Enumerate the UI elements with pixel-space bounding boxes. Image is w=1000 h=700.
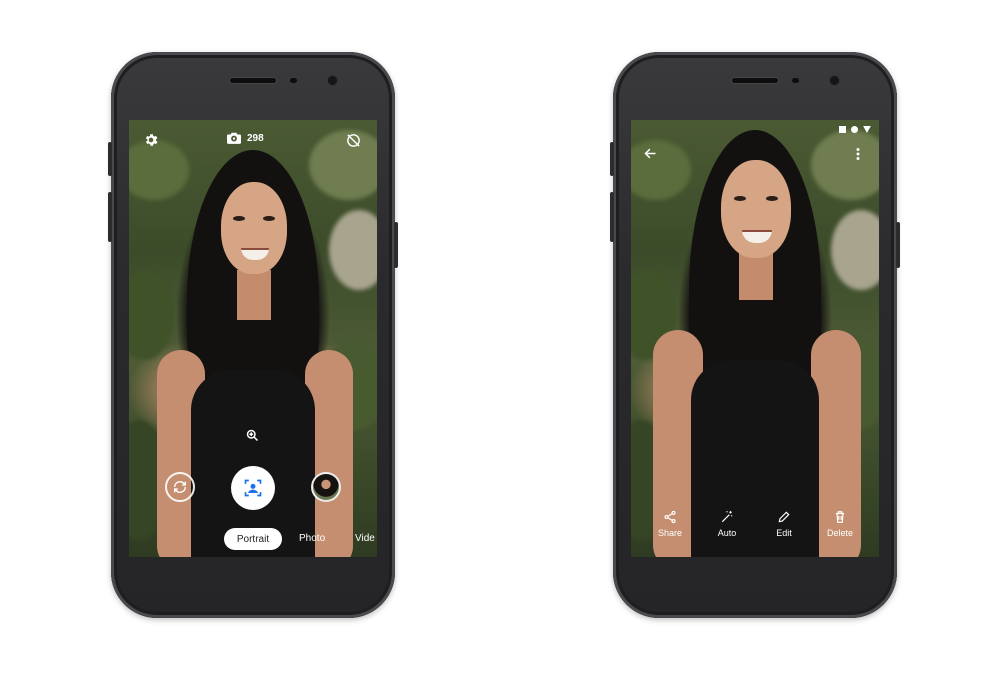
camera-icon xyxy=(227,132,241,144)
photo-viewer: Share Auto Edit Delete xyxy=(631,120,879,557)
share-label: Share xyxy=(657,528,683,538)
mode-photo[interactable]: Photo xyxy=(299,533,325,544)
subject-eye xyxy=(263,216,275,221)
subject-face xyxy=(721,160,791,258)
earpiece-speaker xyxy=(230,78,276,83)
mode-portrait[interactable]: Portrait xyxy=(224,528,282,550)
shot-counter: 298 xyxy=(227,132,264,144)
volume-button xyxy=(108,142,112,176)
volume-button xyxy=(108,192,112,242)
front-camera xyxy=(830,76,839,85)
front-camera xyxy=(328,76,337,85)
volume-button xyxy=(610,192,614,242)
proximity-sensor xyxy=(290,78,297,83)
shot-count: 298 xyxy=(247,132,264,144)
subject-eye xyxy=(233,216,245,221)
share-icon xyxy=(664,510,676,524)
trash-icon xyxy=(835,511,845,523)
delete-button[interactable]: Delete xyxy=(818,510,862,538)
phone-viewer: Share Auto Edit Delete xyxy=(610,52,900,618)
power-button xyxy=(394,222,398,268)
status-bar xyxy=(839,126,871,133)
subject-eye xyxy=(766,196,778,201)
portrait-shutter-icon xyxy=(244,479,262,497)
power-button xyxy=(896,222,900,268)
flash-off-icon[interactable] xyxy=(345,132,362,149)
edit-button[interactable]: Edit xyxy=(762,510,806,538)
subject-face xyxy=(221,182,287,274)
phone-camera: 298 Portrait Photo Vide xyxy=(108,52,398,618)
proximity-sensor xyxy=(792,78,799,83)
shutter-button[interactable] xyxy=(231,466,275,510)
camera-viewfinder: 298 Portrait Photo Vide xyxy=(129,120,377,557)
square-icon xyxy=(839,126,846,133)
back-arrow-icon[interactable] xyxy=(643,146,658,161)
auto-label: Auto xyxy=(717,528,737,538)
mode-video[interactable]: Vide xyxy=(355,533,375,544)
switch-camera-icon xyxy=(174,481,186,493)
magic-wand-icon xyxy=(721,511,733,523)
more-vert-icon[interactable] xyxy=(856,148,860,160)
switch-camera-button[interactable] xyxy=(165,472,195,502)
circle-icon xyxy=(851,126,858,133)
auto-button[interactable]: Auto xyxy=(705,510,749,538)
triangle-icon xyxy=(863,126,871,133)
delete-label: Delete xyxy=(826,528,853,538)
gallery-thumbnail[interactable] xyxy=(311,472,341,502)
edit-label: Edit xyxy=(776,528,792,538)
earpiece-speaker xyxy=(732,78,778,83)
subject-eye xyxy=(734,196,746,201)
pencil-icon xyxy=(778,511,790,523)
share-button[interactable]: Share xyxy=(648,510,692,538)
volume-button xyxy=(610,142,614,176)
subject-neck xyxy=(237,270,271,320)
gear-icon[interactable] xyxy=(143,132,159,148)
zoom-in-icon[interactable] xyxy=(245,428,260,443)
